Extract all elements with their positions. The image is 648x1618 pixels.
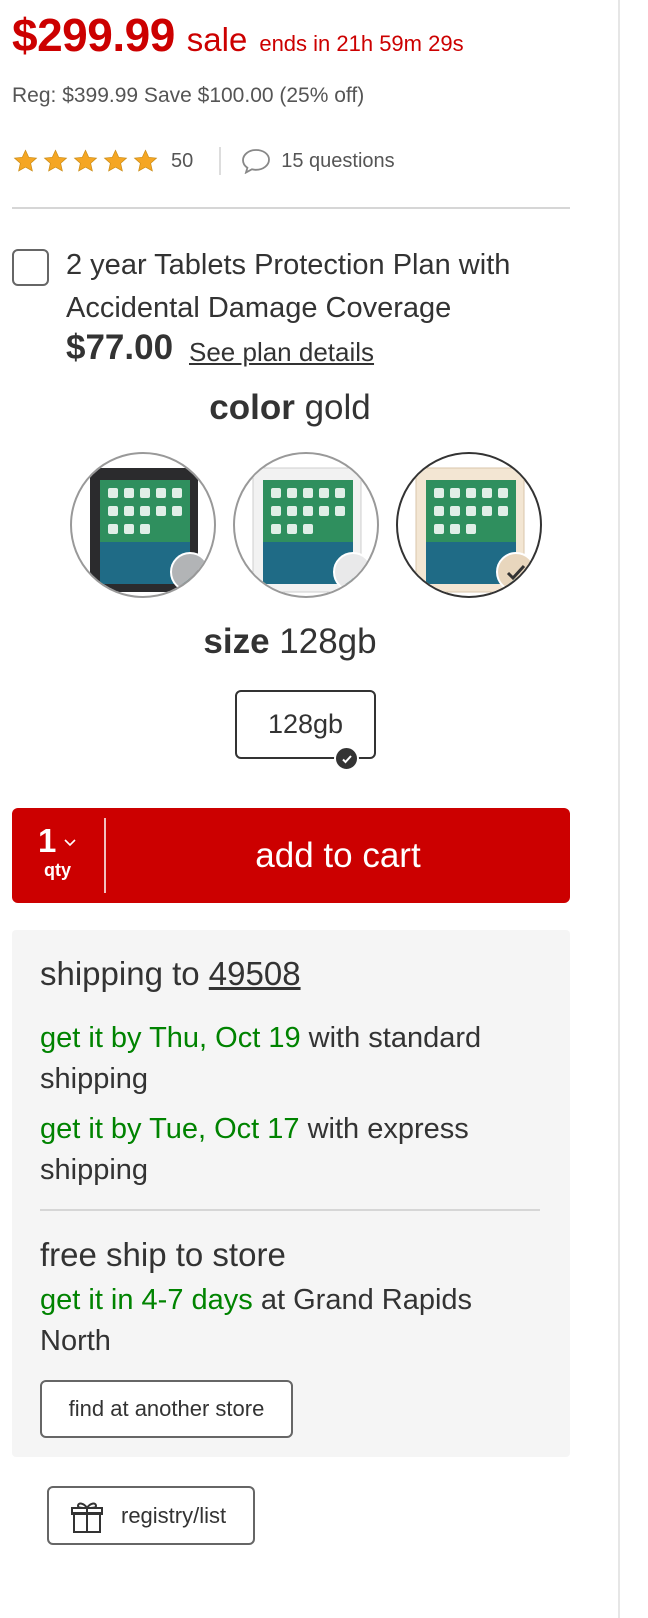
shipping-heading: shipping to 49508 bbox=[40, 955, 301, 993]
color-heading: color gold bbox=[0, 388, 580, 428]
shipping-prefix: shipping to bbox=[40, 955, 200, 992]
store-pickup-line: get it in 4-7 days at Grand Rapids North bbox=[40, 1280, 540, 1362]
section-divider bbox=[12, 207, 570, 209]
quantity-label: qty bbox=[44, 860, 71, 880]
price-row: $299.99 sale ends in 21h 59m 29s bbox=[12, 8, 464, 62]
star-icon bbox=[103, 148, 128, 172]
regular-price-line: Reg: $399.99 Save $100.00 (25% off) bbox=[12, 84, 365, 107]
checkmark-icon bbox=[506, 564, 526, 581]
protection-plan-label: 2 year Tablets Protection Plan with Acci… bbox=[66, 249, 511, 324]
star-icon bbox=[43, 148, 68, 172]
sale-label: sale bbox=[186, 21, 248, 58]
add-to-cart-button[interactable]: add to cart bbox=[106, 808, 570, 903]
color-label: color bbox=[209, 388, 295, 427]
page-edge-divider bbox=[618, 0, 620, 1618]
swatch-color-dot bbox=[496, 552, 536, 592]
star-rating[interactable] bbox=[12, 148, 162, 175]
standard-shipping-line: get it by Thu, Oct 19 with standard ship… bbox=[40, 1018, 540, 1100]
standard-delivery-date: get it by Thu, Oct 19 bbox=[40, 1022, 301, 1054]
color-swatch-silver[interactable] bbox=[233, 452, 379, 598]
size-selected-value: 128gb bbox=[279, 622, 377, 661]
store-eta: get it in 4-7 days bbox=[40, 1284, 253, 1316]
rating-row: 50 15 questions bbox=[12, 146, 395, 176]
quantity-select[interactable]: 1 qty bbox=[12, 808, 104, 903]
questions-link[interactable]: 15 questions bbox=[281, 150, 394, 173]
protection-plan-price: $77.00 bbox=[66, 328, 174, 367]
color-selected-value: gold bbox=[304, 388, 371, 427]
size-option-label: 128gb bbox=[267, 709, 344, 739]
selected-check-icon bbox=[334, 746, 359, 771]
zip-code-link[interactable]: 49508 bbox=[209, 955, 301, 992]
star-icon bbox=[73, 148, 98, 172]
add-to-cart-bar: 1 qty add to cart bbox=[12, 808, 570, 903]
express-delivery-date: get it by Tue, Oct 17 bbox=[40, 1113, 300, 1145]
size-label: size bbox=[203, 622, 270, 661]
express-shipping-line: get it by Tue, Oct 17 with express shipp… bbox=[40, 1109, 540, 1191]
color-swatch-space-gray[interactable] bbox=[70, 452, 216, 598]
gift-icon bbox=[71, 1502, 103, 1533]
registry-list-button[interactable]: registry/list bbox=[47, 1486, 255, 1545]
swatch-color-dot bbox=[333, 552, 373, 592]
swatch-color-dot bbox=[170, 552, 210, 592]
see-plan-details-link[interactable]: See plan details bbox=[189, 337, 374, 368]
sale-price: $299.99 bbox=[12, 9, 175, 61]
star-icon bbox=[133, 148, 158, 172]
shipping-panel bbox=[12, 930, 570, 1457]
registry-label: registry/list bbox=[121, 1502, 227, 1528]
review-count[interactable]: 50 bbox=[171, 150, 193, 173]
speech-bubble-icon bbox=[242, 149, 271, 174]
sale-countdown: ends in 21h 59m 29s bbox=[259, 31, 464, 56]
shipping-divider bbox=[40, 1209, 540, 1211]
find-another-store-button[interactable]: find at another store bbox=[40, 1380, 293, 1438]
color-swatch-gold[interactable] bbox=[396, 452, 542, 598]
size-heading: size 128gb bbox=[0, 622, 580, 662]
chevron-down-icon bbox=[64, 839, 76, 847]
quantity-value: 1 bbox=[38, 822, 57, 859]
star-icon bbox=[13, 148, 38, 172]
protection-plan-checkbox[interactable] bbox=[12, 249, 49, 286]
ship-to-store-heading: free ship to store bbox=[40, 1236, 286, 1273]
rating-divider bbox=[219, 147, 222, 175]
